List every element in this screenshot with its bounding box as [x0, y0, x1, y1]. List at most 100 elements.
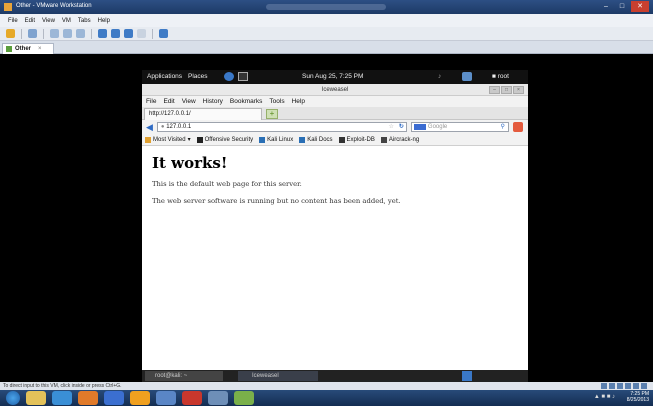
search-field[interactable]: Google ⚲ [410, 122, 509, 132]
cd-icon[interactable] [609, 383, 615, 389]
system-tray[interactable]: ▲ ■ ■ ♪ [594, 394, 615, 400]
bookmark-aircrack-ng[interactable]: Aircrack-ng [380, 136, 419, 143]
taskbar-terminal[interactable]: root@kali: ~ [145, 371, 223, 381]
pinned-apps [6, 391, 254, 405]
stretch-icon[interactable] [137, 29, 146, 38]
browser-menu-help[interactable]: Help [292, 98, 305, 105]
vmware-app-icon [4, 3, 12, 11]
browser-menu-edit[interactable]: Edit [163, 98, 174, 105]
network-icon[interactable] [462, 72, 472, 81]
taskbar-iceweasel[interactable]: Iceweasel [238, 371, 318, 381]
tab-other[interactable]: Other × [2, 43, 54, 54]
windows-icon[interactable] [156, 391, 176, 405]
bookmark-label: Kali Docs [307, 136, 333, 143]
bookmark-kali-docs[interactable]: Kali Docs [299, 136, 333, 143]
power-icon[interactable] [6, 29, 15, 38]
snapshot-manager-icon[interactable] [76, 29, 85, 38]
menu-help[interactable]: Help [98, 18, 110, 24]
bookmark-label: Most Visited [153, 136, 186, 143]
blurred-title-region [266, 4, 386, 10]
console-view-icon[interactable] [124, 29, 133, 38]
revert-snapshot-icon[interactable] [63, 29, 72, 38]
browser-close-button[interactable]: × [513, 86, 524, 94]
browser-tabstrip: http://127.0.0.1/ + [142, 107, 528, 120]
menu-tabs[interactable]: Tabs [78, 18, 91, 24]
search-engine-icon[interactable] [413, 124, 426, 130]
library-icon[interactable] [159, 29, 168, 38]
menu-view[interactable]: View [42, 18, 55, 24]
applications-menu[interactable]: Applications [147, 73, 182, 80]
search-icon[interactable]: ⚲ [501, 123, 505, 131]
browser-menu-file[interactable]: File [146, 98, 156, 105]
browser-maximize-button[interactable]: □ [501, 86, 512, 94]
browser-title: Iceweasel [321, 87, 349, 93]
page-heading: It works! [152, 154, 228, 172]
bookmark-offensive-security[interactable]: Offensive Security [196, 136, 253, 143]
sound-icon[interactable] [633, 383, 639, 389]
aircrack-icon [380, 136, 387, 143]
menu-edit[interactable]: Edit [25, 18, 35, 24]
browser-menu-tools[interactable]: Tools [269, 98, 284, 105]
browser-menu-bookmarks[interactable]: Bookmarks [230, 98, 263, 105]
bookmark-kali-linux[interactable]: Kali Linux [259, 136, 293, 143]
maximize-button[interactable]: □ [615, 1, 629, 12]
usb-icon[interactable] [625, 383, 631, 389]
firefox-icon[interactable] [78, 391, 98, 405]
send-ctrl-alt-del-icon[interactable] [28, 29, 37, 38]
menu-file[interactable]: File [8, 18, 18, 24]
media-player-icon[interactable] [130, 391, 150, 405]
tab-close-icon[interactable]: × [38, 46, 42, 52]
browser-titlebar: Iceweasel – □ × [142, 84, 528, 96]
back-arrow-icon[interactable]: ◀ [146, 122, 153, 132]
tab-label: Other [15, 46, 32, 52]
toolbar-divider [21, 28, 22, 39]
places-menu[interactable]: Places [188, 73, 208, 80]
bookmark-star-icon[interactable]: ☆ [389, 123, 394, 131]
hdd-icon[interactable] [601, 383, 607, 389]
system-clock[interactable]: 7:25 PM 8/25/2013 [627, 391, 649, 403]
tools-icon[interactable] [208, 391, 228, 405]
iceweasel-launcher-icon[interactable] [224, 72, 234, 81]
minimize-button[interactable]: – [599, 1, 613, 12]
user-menu[interactable]: ■ root [492, 73, 509, 80]
app-icon[interactable] [234, 391, 254, 405]
browser-minimize-button[interactable]: – [489, 86, 500, 94]
explorer-icon[interactable] [26, 391, 46, 405]
guest-clock[interactable]: Sun Aug 25, 7:25 PM [302, 73, 363, 80]
status-message: To direct input to this VM, click inside… [3, 383, 122, 389]
menu-vm[interactable]: VM [62, 18, 71, 24]
bookmark-most-visited[interactable]: Most Visited ▾ [145, 136, 191, 143]
reload-icon[interactable]: ↻ [399, 123, 404, 131]
window-title: Other - VMware Workstation [16, 3, 92, 9]
vmware-icon[interactable] [52, 391, 72, 405]
kali-icon [259, 136, 266, 143]
volume-icon[interactable]: ♪ [438, 73, 441, 80]
workspace-switcher-icon[interactable] [462, 371, 472, 381]
vmware-menubar: File Edit View VM Tabs Help [0, 14, 653, 27]
guest-bottom-panel: root@kali: ~ Iceweasel [142, 370, 528, 382]
guest-display[interactable]: Applications Places Sun Aug 25, 7:25 PM … [0, 54, 653, 382]
browser-tab-localhost[interactable]: http://127.0.0.1/ [144, 108, 262, 120]
vmware-tabbar: Other × [0, 41, 653, 54]
full-screen-icon[interactable] [98, 29, 107, 38]
network-adapter-icon[interactable] [617, 383, 623, 389]
home-icon[interactable] [512, 122, 523, 132]
unity-icon[interactable] [111, 29, 120, 38]
chrome-icon[interactable] [104, 391, 124, 405]
close-button[interactable]: ✕ [631, 1, 649, 12]
guest-top-panel: Applications Places Sun Aug 25, 7:25 PM … [142, 70, 528, 84]
terminal-launcher-icon[interactable] [238, 72, 248, 81]
new-tab-button[interactable]: + [266, 109, 278, 119]
browser-menu-history[interactable]: History [203, 98, 223, 105]
acrobat-icon[interactable] [182, 391, 202, 405]
iceweasel-window: Iceweasel – □ × File Edit View History B… [142, 84, 528, 370]
exploitdb-icon [338, 136, 345, 143]
bookmark-exploit-db[interactable]: Exploit-DB [338, 136, 375, 143]
url-bar[interactable]: ● 127.0.0.1 ☆ ↻ [156, 122, 407, 132]
snapshot-icon[interactable] [50, 29, 59, 38]
window-controls: – □ ✕ [599, 1, 649, 12]
browser-menu-view[interactable]: View [182, 98, 196, 105]
browser-tab-title: http://127.0.0.1/ [149, 111, 191, 117]
start-button[interactable] [6, 391, 20, 405]
message-icon[interactable] [641, 383, 647, 389]
